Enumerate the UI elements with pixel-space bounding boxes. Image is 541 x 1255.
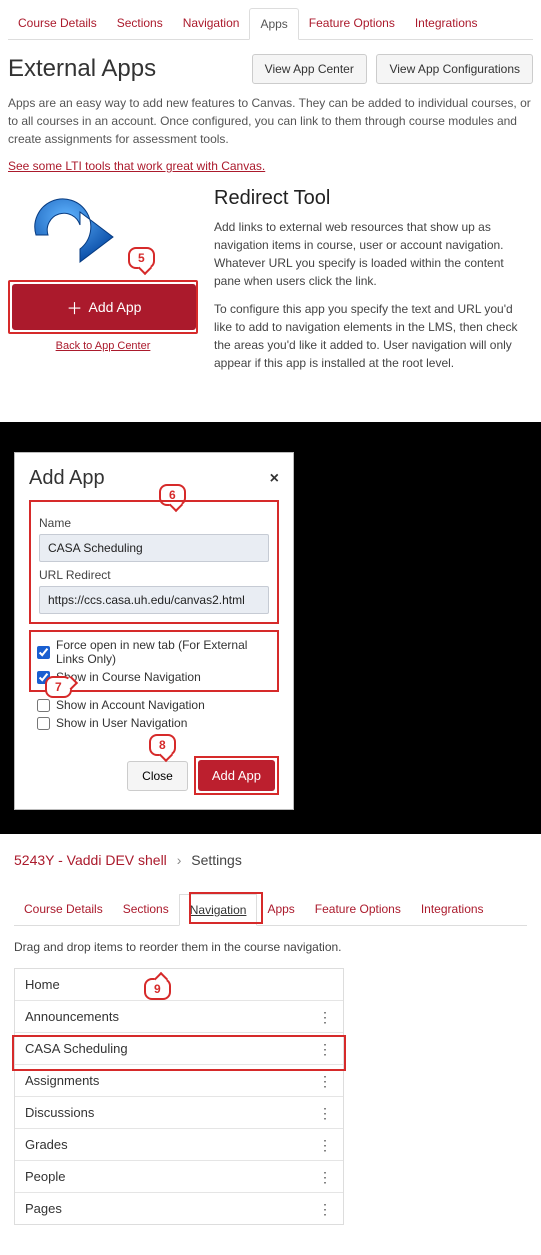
tab-sections-2[interactable]: Sections	[113, 894, 179, 925]
kebab-menu-icon[interactable]: ⋮	[318, 1106, 333, 1120]
callout-5: 5	[128, 247, 155, 269]
nav-item-label: Grades	[25, 1137, 68, 1152]
kebab-menu-icon[interactable]: ⋮	[318, 1042, 333, 1056]
tool-description-2: To configure this app you specify the te…	[214, 300, 533, 372]
form-fields-highlight: Name URL Redirect	[29, 500, 279, 624]
tab-feature-options-2[interactable]: Feature Options	[305, 894, 411, 925]
add-app-submit-highlight: Add App	[194, 756, 279, 795]
breadcrumb: 5243Y - Vaddi DEV shell › Settings	[14, 844, 527, 876]
close-button[interactable]: Close	[127, 761, 188, 791]
show-user-nav-checkbox[interactable]	[37, 717, 50, 730]
plus-icon: ＋	[67, 295, 83, 319]
name-field[interactable]	[39, 534, 269, 562]
reorder-hint: Drag and drop items to reorder them in t…	[14, 940, 527, 954]
chevron-right-icon: ›	[171, 852, 188, 868]
show-account-nav-checkbox[interactable]	[37, 699, 50, 712]
settings-tabs: Course Details Sections Navigation Apps …	[8, 8, 533, 40]
nav-item[interactable]: Home	[15, 969, 343, 1001]
nav-item-label: Assignments	[25, 1073, 99, 1088]
add-app-button[interactable]: ＋ Add App	[12, 284, 196, 330]
add-app-highlight: ＋ Add App	[8, 280, 198, 334]
external-apps-panel: Course Details Sections Navigation Apps …	[0, 0, 541, 422]
tab-course-details[interactable]: Course Details	[8, 8, 107, 39]
intro-text: Apps are an easy way to add new features…	[8, 94, 533, 148]
nav-item-label: Home	[25, 977, 60, 992]
tab-sections[interactable]: Sections	[107, 8, 173, 39]
nav-item[interactable]: Grades ⋮	[15, 1129, 343, 1161]
kebab-menu-icon[interactable]: ⋮	[318, 1074, 333, 1088]
redirect-tool-left: 5 ＋ Add App Back to App Center	[8, 187, 198, 382]
nav-item[interactable]: People ⋮	[15, 1161, 343, 1193]
nav-item-label: Discussions	[25, 1105, 94, 1120]
nav-item-label: Pages	[25, 1201, 62, 1216]
kebab-menu-icon[interactable]: ⋮	[318, 1202, 333, 1216]
dialog-backdrop: Add App × 6 Name URL Redirect Force open…	[0, 422, 541, 822]
view-app-center-button[interactable]: View App Center	[252, 54, 367, 84]
breadcrumb-page: Settings	[191, 852, 242, 868]
add-app-dialog: Add App × 6 Name URL Redirect Force open…	[14, 452, 294, 810]
tab-navigation-2[interactable]: Navigation	[179, 894, 258, 926]
kebab-menu-icon[interactable]: ⋮	[318, 1010, 333, 1024]
nav-item[interactable]: Assignments ⋮	[15, 1065, 343, 1097]
show-account-nav-label: Show in Account Navigation	[56, 698, 205, 712]
nav-item-label: Announcements	[25, 1009, 119, 1024]
kebab-menu-icon[interactable]: ⋮	[318, 1170, 333, 1184]
tab-integrations[interactable]: Integrations	[405, 8, 488, 39]
name-label: Name	[39, 516, 269, 530]
nav-item-label: People	[25, 1169, 65, 1184]
tab-course-details-2[interactable]: Course Details	[14, 894, 113, 925]
nav-item[interactable]: Discussions ⋮	[15, 1097, 343, 1129]
navigation-list: HomeAnnouncements⋮CASA Scheduling⋮Assign…	[14, 968, 344, 1225]
tool-description-1: Add links to external web resources that…	[214, 218, 533, 290]
force-new-tab-checkbox[interactable]	[37, 646, 50, 659]
lti-tools-link[interactable]: See some LTI tools that work great with …	[8, 159, 265, 173]
dialog-title: Add App	[29, 467, 105, 490]
tool-title: Redirect Tool	[214, 187, 533, 210]
callout-7: 7	[45, 676, 72, 698]
url-field[interactable]	[39, 586, 269, 614]
force-new-tab-label: Force open in new tab (For External Link…	[56, 638, 271, 666]
redirect-arrow-icon	[18, 187, 118, 267]
breadcrumb-course[interactable]: 5243Y - Vaddi DEV shell	[14, 852, 167, 868]
view-app-configurations-button[interactable]: View App Configurations	[376, 54, 533, 84]
tab-apps[interactable]: Apps	[249, 8, 298, 40]
close-icon[interactable]: ×	[270, 470, 279, 488]
back-to-app-center-link[interactable]: Back to App Center	[8, 340, 198, 352]
callout-8: 8	[149, 734, 176, 756]
add-app-label: Add App	[89, 299, 142, 315]
course-settings-panel: 5243Y - Vaddi DEV shell › Settings Cours…	[0, 834, 541, 1255]
nav-item[interactable]: Pages ⋮	[15, 1193, 343, 1224]
tab-integrations-2[interactable]: Integrations	[411, 894, 494, 925]
add-app-submit-button[interactable]: Add App	[198, 760, 275, 791]
url-label: URL Redirect	[39, 568, 269, 582]
kebab-menu-icon[interactable]: ⋮	[318, 1138, 333, 1152]
nav-item[interactable]: CASA Scheduling ⋮	[15, 1033, 343, 1065]
tab-feature-options[interactable]: Feature Options	[299, 8, 405, 39]
nav-item[interactable]: Announcements ⋮	[15, 1001, 343, 1033]
tab-navigation[interactable]: Navigation	[173, 8, 250, 39]
nav-item-label: CASA Scheduling	[25, 1041, 128, 1056]
show-user-nav-label: Show in User Navigation	[56, 716, 187, 730]
settings-tabs-lower: Course Details Sections Navigation Apps …	[14, 894, 527, 926]
redirect-tool-right: Redirect Tool Add links to external web …	[214, 187, 533, 382]
page-title: External Apps	[8, 55, 156, 83]
tab-apps-2[interactable]: Apps	[257, 894, 304, 925]
